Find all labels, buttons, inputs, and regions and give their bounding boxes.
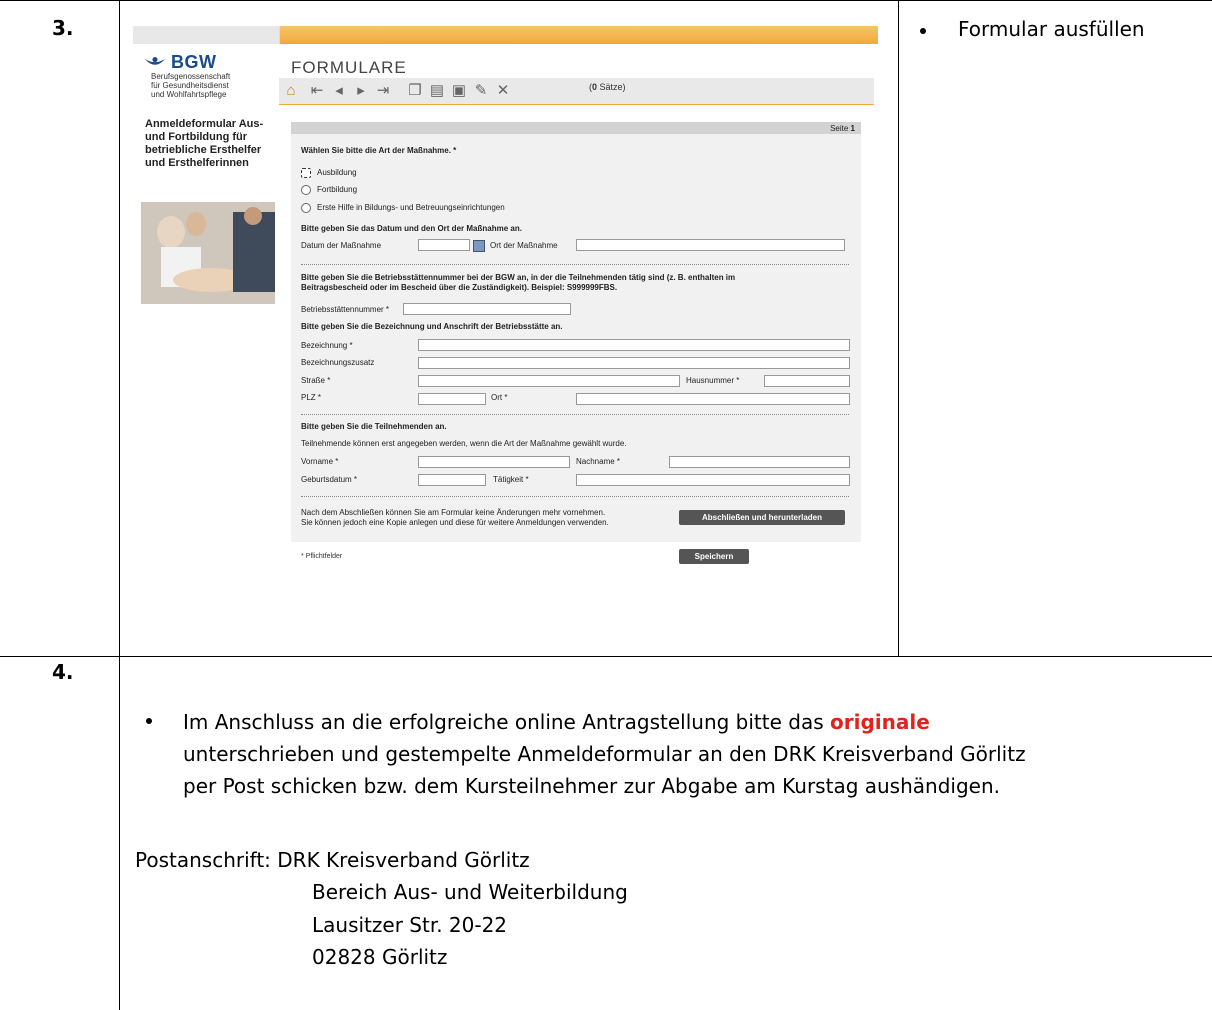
bullet-icon (920, 28, 926, 34)
record-count: (0 Sätze) (589, 82, 626, 92)
step4-line-1-text: Im Anschluss an die erfolgreiche online … (183, 710, 824, 734)
address-line-2: Bereich Aus- und Weiterbildung (312, 880, 628, 904)
bezeichnung-input[interactable] (418, 339, 850, 351)
bezeichnungszusatz-input[interactable] (418, 357, 850, 369)
logo-sub-line: für Gesundheitsdienst (151, 81, 229, 90)
bullet-icon (146, 718, 152, 724)
first-aid-photo (141, 202, 275, 304)
address-label: Postanschrift: DRK Kreisverband Görlitz (135, 848, 530, 872)
count-label: Sätze) (599, 82, 626, 92)
taetigkeit-input[interactable] (576, 474, 850, 486)
address-line-3: Lausitzer Str. 20-22 (312, 913, 508, 937)
form-screenshot: BGW Berufsgenossenschaft für Gesundheits… (133, 16, 878, 576)
page-header: Seite 1 (291, 122, 861, 134)
question-art: Wählen Sie bitte die Art der Maßnahme. * (301, 146, 457, 155)
datum-label: Datum der Maßnahme (301, 241, 382, 250)
question-datum-ort: Bitte geben Sie das Datum und den Ort de… (301, 224, 522, 233)
ort-massnahme-label: Ort der Maßnahme (490, 241, 558, 250)
col-divider-1 (119, 0, 120, 1010)
radio-erste-hilfe[interactable] (301, 203, 311, 213)
page-label: Seite (830, 124, 849, 133)
step4-line-2: unterschrieben und gestempelte Anmeldefo… (183, 742, 1026, 766)
logo-subtitle: Berufsgenossenschaft für Gesundheitsdien… (151, 72, 281, 99)
radio-ausbildung[interactable] (301, 168, 311, 178)
divider (301, 414, 849, 415)
save-button[interactable]: Speichern (679, 549, 749, 564)
taetigkeit-label: Tätigkeit * (493, 475, 529, 484)
logo-sub-line: Berufsgenossenschaft (151, 72, 231, 81)
radio-fortbildung[interactable] (301, 185, 311, 195)
datum-input[interactable] (418, 239, 470, 251)
radio-label-fortbildung: Fortbildung (317, 185, 358, 194)
count-number: 0 (592, 82, 598, 92)
col-divider-2 (898, 0, 899, 656)
side-title: Anmeldeformular Aus- und Fortbildung für… (145, 118, 264, 169)
required-note: * Pflichtfelder (301, 553, 343, 560)
toolbar: ⌂ ⇤ ◂ ▸ ⇥ ❐ ▤ ▣ ✎ ✕ (0 Sätze) (279, 78, 874, 105)
nachname-input[interactable] (669, 456, 850, 468)
step4-instruction: Im Anschluss an die erfolgreiche online … (183, 706, 1183, 802)
ort-massnahme-input[interactable] (576, 239, 845, 251)
bezeichnungszusatz-label: Bezeichnungszusatz (301, 358, 375, 367)
bsn-label: Betriebsstättennummer * (301, 305, 390, 314)
plz-input[interactable] (418, 393, 486, 405)
form-title: FORMULARE (291, 58, 407, 77)
prev-record-icon[interactable]: ◂ (331, 82, 347, 100)
calendar-icon[interactable] (473, 240, 485, 252)
question-bsn-2: Beitragsbescheid oder im Bescheid über d… (301, 283, 618, 292)
divider (301, 496, 849, 497)
last-record-icon[interactable]: ⇥ (375, 82, 391, 100)
vorname-label: Vorname * (301, 457, 339, 466)
row-divider (0, 656, 1212, 657)
logo-sub-line: und Wohlfahrtspflege (151, 90, 227, 99)
page-indicator: Seite 1 (830, 124, 855, 133)
step-number-3: 3. (52, 16, 74, 40)
address-line-4: 02828 Görlitz (312, 945, 448, 969)
bgw-logo-icon (144, 57, 166, 65)
strasse-label: Straße * (301, 376, 331, 385)
page-number: 1 (850, 124, 855, 133)
logo-name: BGW (171, 52, 217, 72)
question-bsn-1: Bitte geben Sie die Betriebsstättennumme… (301, 273, 736, 282)
teilnehmende-note: Teilnehmende können erst angegeben werde… (301, 439, 627, 448)
step-number-4: 4. (52, 660, 74, 684)
bsn-input[interactable] (403, 303, 571, 315)
form-panel: Seite 1 Wählen Sie bitte die Art der Maß… (291, 122, 861, 542)
save-icon[interactable]: ▣ (451, 82, 467, 100)
copy-icon[interactable]: ❐ (407, 82, 423, 100)
divider (301, 264, 849, 265)
highlight-originale: originale (830, 710, 930, 734)
hausnummer-input[interactable] (764, 375, 850, 387)
plz-label: PLZ * (301, 393, 322, 402)
bezeichnung-label: Bezeichnung * (301, 341, 353, 350)
bgw-logo: BGW Berufsgenossenschaft für Gesundheits… (143, 52, 268, 99)
home-icon[interactable]: ⌂ (283, 82, 299, 100)
radio-label-ausbildung: Ausbildung (317, 168, 357, 177)
hausnummer-label: Hausnummer * (686, 376, 740, 385)
final-note-2: Sie können jedoch eine Kopie anlegen und… (301, 518, 609, 527)
geburtsdatum-input[interactable] (418, 474, 486, 486)
question-anschrift: Bitte geben Sie die Bezeichnung und Ansc… (301, 322, 563, 331)
final-note-1: Nach dem Abschließen können Sie am Formu… (301, 508, 606, 517)
step4-line-3: per Post schicken bzw. dem Kursteilnehme… (183, 774, 1000, 798)
step4-line-1: Im Anschluss an die erfolgreiche online … (183, 706, 1183, 738)
orange-header-bar (133, 26, 878, 44)
ort-input[interactable] (576, 393, 850, 405)
document-icon[interactable]: ▤ (429, 82, 445, 100)
finish-download-button[interactable]: Abschließen und herunterladen (679, 510, 845, 525)
strasse-input[interactable] (418, 375, 680, 387)
delete-icon[interactable]: ✕ (495, 82, 511, 100)
first-record-icon[interactable]: ⇤ (309, 82, 325, 100)
edit-icon[interactable]: ✎ (473, 82, 489, 100)
radio-label-erste-hilfe: Erste Hilfe in Bildungs- und Betreuungse… (317, 203, 505, 212)
question-teilnehmende: Bitte geben Sie die Teilnehmenden an. (301, 422, 447, 431)
geburtsdatum-label: Geburtsdatum * (301, 475, 358, 484)
next-record-icon[interactable]: ▸ (353, 82, 369, 100)
vorname-input[interactable] (418, 456, 570, 468)
ort-label: Ort * (491, 393, 508, 402)
nachname-label: Nachname * (576, 457, 621, 466)
step3-instruction: Formular ausfüllen (958, 17, 1145, 41)
table-top-border (0, 0, 1212, 1)
